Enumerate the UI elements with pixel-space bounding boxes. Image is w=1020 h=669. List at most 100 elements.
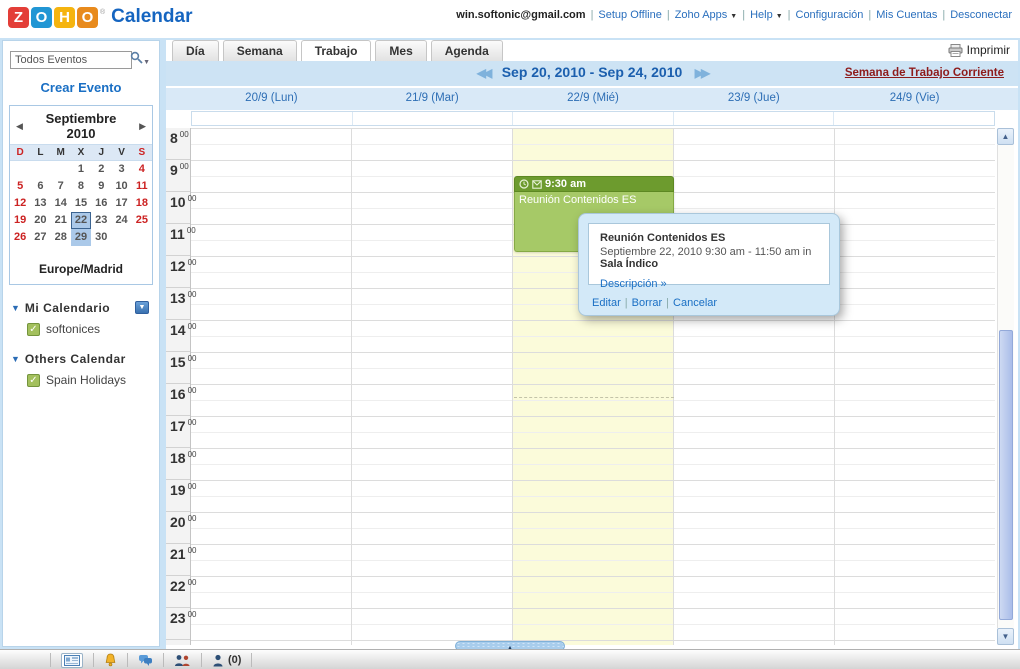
current-week-link[interactable]: Semana de Trabajo Corriente <box>845 67 1004 79</box>
all-day-row <box>191 111 995 126</box>
notifications-button[interactable] <box>104 653 117 667</box>
popup-action-cancelar[interactable]: Cancelar <box>673 297 717 309</box>
header-link-desconectar[interactable]: Desconectar <box>950 9 1012 21</box>
popup-action-borrar[interactable]: Borrar <box>632 297 663 309</box>
minical-day-cell[interactable]: 7 <box>51 178 71 195</box>
calendar-checkbox[interactable]: ✓ <box>27 373 40 387</box>
all-day-cell[interactable] <box>674 112 835 125</box>
chat-button[interactable] <box>138 654 153 667</box>
header-link-mis-cuentas[interactable]: Mis Cuentas <box>876 9 937 21</box>
create-event-link[interactable]: Crear Evento <box>41 80 122 95</box>
tab-mes[interactable]: Mes <box>375 40 427 61</box>
minical-day-cell[interactable]: 1 <box>71 161 91 178</box>
calendar-checkbox[interactable]: ✓ <box>27 322 40 336</box>
tab-trabajo[interactable]: Trabajo <box>300 40 372 61</box>
minical-day-cell[interactable]: 20 <box>30 212 50 229</box>
day-column[interactable] <box>351 128 512 645</box>
minical-day-cell[interactable]: 27 <box>30 229 50 246</box>
minical-day-cell[interactable]: 4 <box>132 161 152 178</box>
minical-day-cell[interactable]: 22 <box>70 212 92 229</box>
minical-day-cell[interactable]: 18 <box>132 195 152 212</box>
statusbar-separator <box>251 653 253 667</box>
minical-day-cell[interactable]: 17 <box>111 195 131 212</box>
minical-day-cell[interactable]: 8 <box>71 178 91 195</box>
minical-day-cell[interactable]: 24 <box>111 212 131 229</box>
minical-day-cell[interactable]: 30 <box>91 229 111 246</box>
minical-day-cell[interactable]: 6 <box>30 178 50 195</box>
separator: | <box>942 9 946 21</box>
all-day-cell[interactable] <box>353 112 514 125</box>
registered-mark: ® <box>100 8 106 16</box>
minical-dow-label: V <box>111 144 132 161</box>
calendar-options-button[interactable]: ▼ <box>135 301 149 314</box>
day-column[interactable] <box>673 128 834 645</box>
all-day-cell[interactable] <box>513 112 674 125</box>
minical-day-cell[interactable]: 23 <box>91 212 111 229</box>
minical-day-cell[interactable]: 19 <box>10 212 30 229</box>
contact-card-button[interactable] <box>61 652 83 668</box>
description-link[interactable]: Descripción » <box>600 278 667 290</box>
hour-label: 9 <box>170 162 178 178</box>
view-tab-row: Día Semana Trabajo Mes Agenda Imprimir <box>166 40 1018 61</box>
minical-day-cell[interactable]: 12 <box>10 195 30 212</box>
minical-day-cell[interactable]: 16 <box>91 195 111 212</box>
online-users-button[interactable]: (0) <box>212 654 241 667</box>
minical-day-cell[interactable]: 28 <box>51 229 71 246</box>
hour-label: 15 <box>170 354 186 370</box>
hour-row: 2100 <box>166 544 196 576</box>
day-column[interactable] <box>834 128 995 645</box>
minical-day-cell[interactable]: 21 <box>51 212 71 229</box>
minical-day-cell <box>30 161 50 178</box>
minical-day-cell[interactable]: 29 <box>70 229 92 246</box>
all-day-cell[interactable] <box>192 112 353 125</box>
minical-day-cell[interactable]: 11 <box>132 178 152 195</box>
header-link-setup-offline[interactable]: Setup Offline <box>598 9 661 21</box>
header-link-zoho-apps[interactable]: Zoho Apps <box>675 9 728 21</box>
minical-prev-icon[interactable]: ◀ <box>16 121 30 132</box>
hour-label: 12 <box>170 258 186 274</box>
scroll-down-button[interactable]: ▼ <box>997 628 1014 645</box>
minical-day-cell[interactable]: 9 <box>91 178 111 195</box>
minutes-label: 00 <box>179 130 189 139</box>
scrollbar-thumb[interactable] <box>999 330 1013 620</box>
next-week-icon[interactable]: ▶▶ <box>695 66 711 80</box>
day-header-label: 22/9 (Mié) <box>567 92 619 104</box>
group-contacts-button[interactable] <box>174 654 191 667</box>
print-button[interactable]: Imprimir <box>948 43 1010 57</box>
search-input[interactable] <box>10 51 132 69</box>
minical-day-cell[interactable]: 15 <box>71 195 91 212</box>
scrollbar-track[interactable] <box>997 145 1014 628</box>
hour-row: 2200 <box>166 576 196 608</box>
account-email: win.softonic@gmail.com <box>456 9 586 21</box>
hour-row: 1700 <box>166 416 196 448</box>
search-button[interactable]: ▼ <box>130 51 150 69</box>
prev-week-icon[interactable]: ◀◀ <box>477 66 493 80</box>
others-calendar-header[interactable]: ▼ Others Calendar <box>11 352 159 366</box>
hour-row: 1400 <box>166 320 196 352</box>
minical-day-cell[interactable]: 14 <box>51 195 71 212</box>
zoho-logo[interactable]: ZOHO ® Calendar <box>8 6 192 28</box>
minical-day-cell[interactable]: 25 <box>132 212 152 229</box>
vertical-scrollbar: ▲ ▼ <box>997 128 1014 645</box>
others-calendar-section: ▼ Others Calendar ✓ Spain Holidays <box>11 352 159 387</box>
minical-day-cell[interactable]: 10 <box>111 178 131 195</box>
minical-next-icon[interactable]: ▶ <box>132 121 146 132</box>
scroll-up-button[interactable]: ▲ <box>997 128 1014 145</box>
hour-row: 2300 <box>166 608 196 640</box>
popup-body: Reunión Contenidos ES Septiembre 22, 201… <box>588 223 830 290</box>
tab-semana[interactable]: Semana <box>222 40 297 61</box>
header-link-help[interactable]: Help <box>750 9 773 21</box>
minical-day-cell[interactable]: 5 <box>10 178 30 195</box>
day-column[interactable] <box>191 128 351 645</box>
minical-day-cell[interactable]: 13 <box>30 195 50 212</box>
tab-agenda[interactable]: Agenda <box>430 40 503 61</box>
tab-dia[interactable]: Día <box>172 40 219 61</box>
header-link-configuracion[interactable]: Configuración <box>796 9 864 21</box>
popup-action-editar[interactable]: Editar <box>592 297 621 309</box>
minical-weeks: 1 2 3 4 5 6 7 8 9 10 11 12 13 14 15 16 17 18 19 20 21 22 23 24 2… <box>10 161 152 246</box>
zoho-logo-tiles: ZOHO <box>8 6 100 28</box>
all-day-cell[interactable] <box>834 112 994 125</box>
minical-day-cell[interactable]: 2 <box>91 161 111 178</box>
minical-day-cell[interactable]: 3 <box>111 161 131 178</box>
minical-day-cell[interactable]: 26 <box>10 229 30 246</box>
